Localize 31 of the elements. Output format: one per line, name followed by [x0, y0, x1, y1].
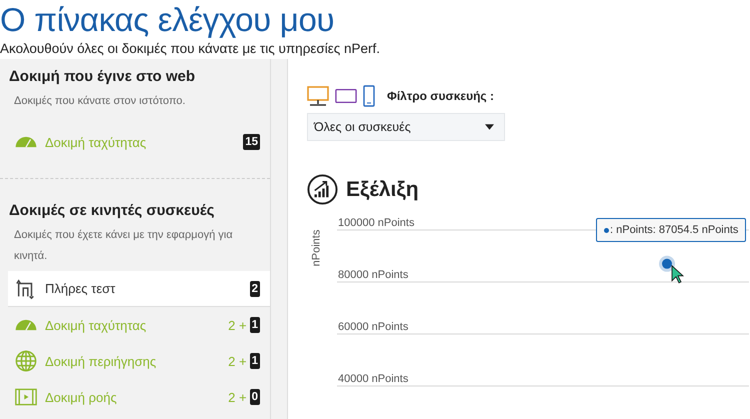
tooltip-text: : nPoints: 87054.5 nPoints	[610, 224, 738, 236]
section-heading: Εξέλιξη	[346, 178, 419, 202]
section-description: Δοκιμές που έχετε κάνει με την εφαρμογή για κινητά.	[13, 228, 234, 264]
caret-icon	[485, 124, 494, 130]
globe-icon	[15, 350, 37, 372]
sidebar-item[interactable]: Δοκιμή ταχύτητας 2 + 1	[8, 307, 270, 343]
tick-label: 40000 nPoints	[338, 373, 408, 385]
tablet-icon[interactable]	[335, 86, 357, 106]
bullet-icon	[604, 228, 609, 232]
page-title: Ο πίνακας ελέγχου μου	[0, 0, 336, 39]
film-icon	[15, 386, 37, 408]
sidebar-item[interactable]: Δοκιμή περιήγησης 2 + 1	[8, 343, 270, 379]
page-subtitle: Ακολουθούν όλες οι δοκιμές που κάνατε με τις υπηρεσίες nPerf.	[0, 40, 382, 58]
data-point[interactable]	[659, 256, 675, 272]
tick-label: 100000 nPoints	[338, 217, 414, 229]
sidebar-item[interactable]: Δοκιμή ροής 2 + 0	[8, 379, 270, 415]
tick-label: 60000 nPoints	[338, 321, 408, 333]
axis-title: nPoints	[310, 230, 322, 266]
tick-label: 80000 nPoints	[338, 269, 408, 281]
sidebar-item[interactable]: Δοκιμή ταχύτητας 15	[8, 116, 270, 168]
section-title: Δοκιμή που έγινε στο web	[8, 67, 196, 87]
phone-icon[interactable]	[363, 85, 375, 107]
section-description: Δοκιμές που κάνατε στον ιστότοπο.	[13, 94, 186, 109]
desktop-icon[interactable]	[307, 86, 329, 106]
sidebar-item[interactable]: Πλήρες τεστ 2	[8, 271, 270, 307]
filter-label: Φίλτρο συσκευής :	[387, 89, 494, 103]
device-dropdown[interactable]: Όλες οι συσκευές	[307, 113, 505, 141]
section-title: Δοκιμές σε κινητές συσκευές	[8, 201, 216, 221]
loop-icon	[15, 278, 37, 300]
growth-chart-icon	[307, 174, 338, 205]
cursor-icon	[672, 264, 684, 284]
